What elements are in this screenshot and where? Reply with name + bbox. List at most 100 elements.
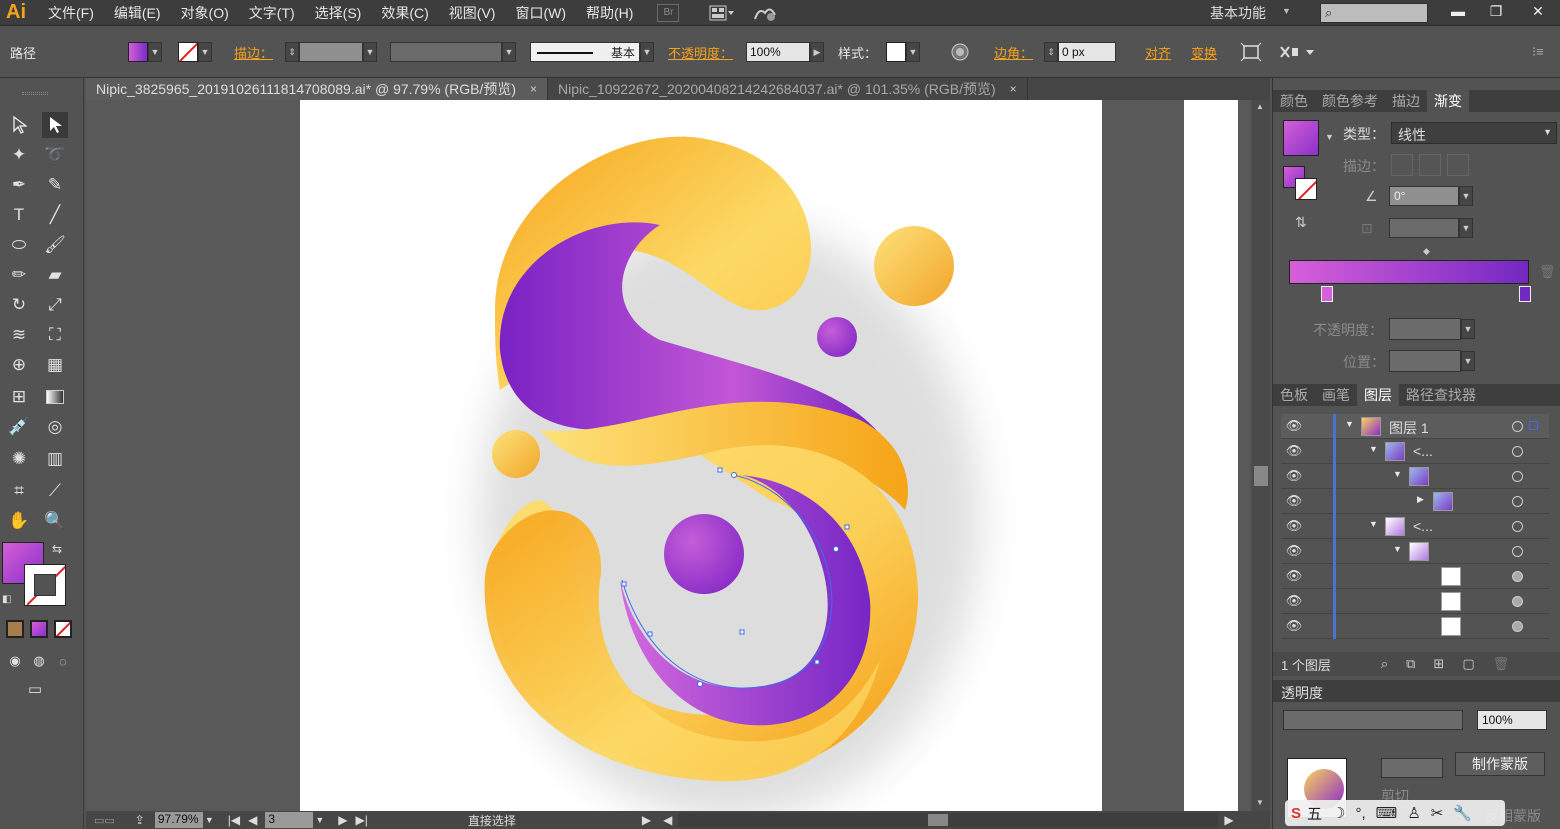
make-mask-button[interactable]: 制作蒙版 — [1455, 752, 1545, 776]
scroll-down-icon[interactable]: ▼ — [1256, 798, 1264, 807]
target-icon[interactable] — [1512, 571, 1523, 582]
variable-width-profile[interactable]: ▼ — [390, 41, 516, 63]
new-layer-icon[interactable]: ▢ — [1462, 656, 1474, 672]
target-icon[interactable] — [1512, 546, 1523, 557]
layer-label[interactable]: 图层 1 — [1389, 418, 1429, 438]
make-clipping-mask-icon[interactable]: ⧉ — [1406, 656, 1415, 672]
tab-gradient[interactable]: 渐变 — [1427, 90, 1469, 112]
scrollbar-thumb[interactable] — [1254, 466, 1268, 486]
panel-menu-icon[interactable]: ⁝≡ — [1532, 41, 1544, 63]
gradient-preview-swatch[interactable] — [1283, 120, 1319, 156]
status-info-icon[interactable]: ▭▭ — [94, 814, 115, 827]
corner-link[interactable]: 边角： — [994, 41, 1033, 63]
new-sublayer-icon[interactable]: ⊞ — [1433, 656, 1444, 672]
free-transform-tool-icon[interactable]: ⛶ — [42, 322, 68, 348]
share-icon[interactable]: ⇪ — [135, 813, 145, 827]
selection-tool-icon[interactable] — [6, 112, 32, 138]
artboard-tool-icon[interactable]: ⌗ — [6, 478, 32, 504]
corner-radius-field[interactable]: ⇕ 0 px — [1044, 41, 1116, 63]
menu-view[interactable]: 视图(V) — [439, 3, 506, 23]
minimize-button[interactable]: ▬ — [1438, 0, 1478, 22]
expand-arrow-icon[interactable]: ▼ — [1369, 519, 1378, 529]
ime-punctuation-icon[interactable]: °, — [1355, 805, 1365, 822]
first-artboard-icon[interactable]: |◀ — [228, 813, 240, 827]
ime-settings-icon[interactable]: 🔧 — [1453, 804, 1472, 822]
ime-logo-icon[interactable]: S — [1291, 805, 1301, 822]
stroke-weight-field[interactable]: ⇕ ▼ — [285, 41, 377, 63]
ime-mode-icon[interactable]: 五 — [1307, 803, 1322, 824]
layer-row[interactable]: 👁 — [1281, 589, 1549, 614]
tab-color-guide[interactable]: 颜色参考 — [1315, 91, 1385, 111]
fill-swatch[interactable]: ▼ — [128, 41, 162, 63]
horizontal-scrollbar[interactable] — [678, 813, 1219, 827]
previous-artboard-icon[interactable]: ◀ — [248, 813, 257, 827]
eye-icon[interactable]: 👁 — [1285, 568, 1303, 583]
layer-row[interactable]: 👁 ▼ — [1281, 539, 1549, 564]
width-tool-icon[interactable]: ≋ — [6, 322, 32, 348]
eye-icon[interactable]: 👁 — [1285, 468, 1303, 483]
scale-tool-icon[interactable]: ⤢ — [42, 292, 68, 318]
chevron-down-icon[interactable]: ▼ — [1325, 132, 1334, 142]
gradient-midpoint-icon[interactable]: ◆ — [1423, 246, 1430, 257]
opacity-field[interactable]: 100% ▶ — [746, 41, 824, 63]
ime-moon-icon[interactable]: ☽ — [1332, 804, 1345, 822]
expand-arrow-icon[interactable]: ▼ — [1369, 444, 1378, 454]
artboard-dropdown-icon[interactable]: ▼ — [315, 815, 324, 825]
locate-object-icon[interactable]: ⌕ — [1381, 656, 1388, 672]
ime-tools-icon[interactable]: ✂ — [1431, 804, 1444, 822]
expand-arrow-icon[interactable]: ▼ — [1345, 419, 1354, 429]
stop-opacity-field[interactable] — [1389, 318, 1461, 340]
menu-file[interactable]: 文件(F) — [38, 3, 104, 23]
delete-layer-icon[interactable]: 🗑 — [1493, 656, 1510, 672]
reverse-gradient-icon[interactable]: ⇅ — [1295, 214, 1307, 231]
eye-icon[interactable]: 👁 — [1285, 418, 1303, 433]
draw-behind-icon[interactable]: ◍ — [26, 648, 52, 674]
menu-type[interactable]: 文字(T) — [239, 3, 305, 23]
artboard-secondary[interactable] — [1184, 100, 1238, 811]
tab-pathfinder[interactable]: 路径查找器 — [1399, 385, 1483, 405]
graphic-style-swatch[interactable]: ▼ — [886, 41, 920, 63]
target-icon[interactable] — [1512, 596, 1523, 607]
stroke-mini-swatch[interactable] — [1295, 178, 1317, 200]
direct-selection-tool-icon[interactable] — [42, 112, 68, 138]
workspace-switcher[interactable]: 基本功能 — [1210, 3, 1266, 23]
gradient-type-select[interactable]: 线性 ▼ — [1391, 122, 1557, 144]
distribute-icon[interactable] — [1278, 41, 1316, 63]
restore-button[interactable]: ❐ — [1476, 0, 1516, 22]
mesh-tool-icon[interactable]: ⊞ — [6, 384, 32, 410]
bridge-button[interactable]: Br — [657, 3, 680, 22]
opacity-link[interactable]: 不透明度： — [668, 41, 733, 63]
mask-link-field[interactable] — [1381, 758, 1443, 778]
gpu-performance-icon[interactable] — [751, 4, 781, 22]
target-icon[interactable] — [1512, 446, 1523, 457]
chevron-down-icon[interactable]: ▼ — [1282, 6, 1291, 16]
blend-mode-select[interactable] — [1283, 710, 1463, 730]
close-icon[interactable]: × — [1010, 82, 1017, 96]
gradient-mode-icon[interactable] — [30, 620, 48, 638]
selection-indicator[interactable] — [1529, 421, 1538, 430]
gradient-stop-left[interactable] — [1321, 286, 1333, 302]
layer-row[interactable]: 👁 — [1281, 564, 1549, 589]
brush-definition[interactable]: 基本 ▼ — [530, 41, 654, 63]
status-menu-icon[interactable]: ▶ — [642, 813, 651, 827]
type-tool-icon[interactable]: T — [6, 202, 32, 228]
pencil-tool-icon[interactable]: ✏ — [6, 262, 32, 288]
menu-window[interactable]: 窗口(W) — [505, 3, 576, 23]
scroll-left-icon[interactable]: ◀ — [663, 813, 672, 827]
stroke-along-icon[interactable] — [1419, 154, 1441, 176]
tab-color[interactable]: 颜色 — [1273, 91, 1315, 111]
default-colors-icon[interactable]: ◧ — [2, 594, 11, 605]
stop-location-dropdown-icon[interactable]: ▼ — [1461, 351, 1475, 371]
stroke-across-icon[interactable] — [1447, 154, 1469, 176]
expand-arrow-icon[interactable]: ▼ — [1393, 469, 1402, 479]
hand-tool-icon[interactable]: ✋ — [6, 508, 32, 534]
blend-tool-icon[interactable]: ◎ — [42, 414, 68, 440]
zoom-dropdown-icon[interactable]: ▼ — [205, 815, 214, 825]
align-link[interactable]: 对齐 — [1145, 41, 1171, 63]
menu-select[interactable]: 选择(S) — [305, 3, 372, 23]
corner-value[interactable]: 0 px — [1058, 42, 1116, 62]
color-mode-icon[interactable] — [6, 620, 24, 638]
stroke-swatch[interactable]: ▼ — [178, 41, 212, 63]
magic-wand-tool-icon[interactable]: ✦ — [6, 142, 32, 168]
layer-row[interactable]: 👁 ▶ — [1281, 489, 1549, 514]
